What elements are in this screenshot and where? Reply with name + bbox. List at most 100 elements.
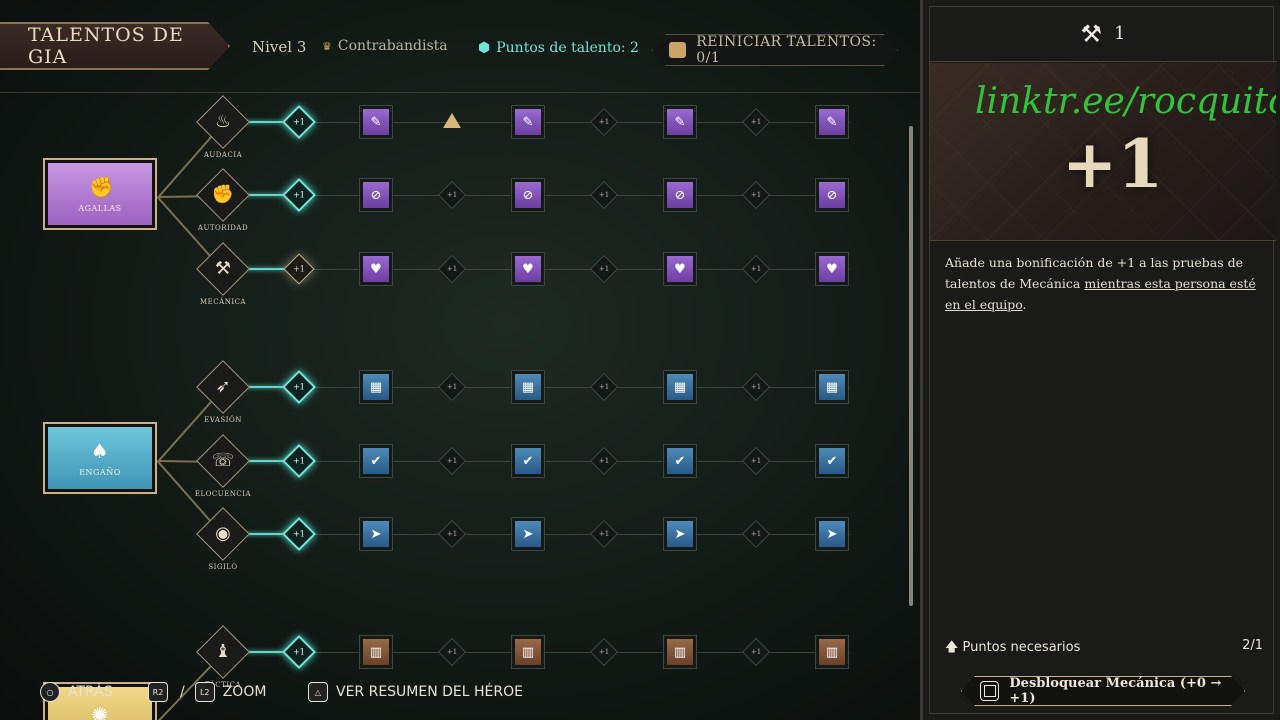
plus-label: +1 — [293, 190, 305, 200]
talent-node[interactable]: ➤ — [359, 517, 393, 551]
plus-node[interactable]: +1 — [282, 517, 316, 551]
zoom-control[interactable]: R2 / L2 ZOOM — [148, 682, 266, 702]
talent-node[interactable]: ✎ — [359, 105, 393, 139]
talent-node[interactable]: ✔ — [359, 444, 393, 478]
plus-node[interactable]: +1 — [589, 637, 619, 667]
talent-icon: ✎ — [667, 109, 693, 135]
plus-node[interactable]: +1 — [437, 254, 467, 284]
summary-control[interactable]: △ VER RESUMEN DEL HÉROE — [308, 682, 523, 702]
talent-node[interactable]: ➤ — [511, 517, 545, 551]
plus-node[interactable]: +1 — [282, 635, 316, 669]
plus-node[interactable]: +1 — [282, 105, 316, 139]
plus-node[interactable]: +1 — [741, 107, 771, 137]
reset-talents-button[interactable]: REINICIAR TALENTOS: 0/1 — [652, 34, 898, 66]
points-required: 🡅 Puntos necesarios 2/1 — [945, 638, 1263, 660]
level-indicator: Nivel 3 — [252, 38, 307, 56]
talent-node[interactable]: ♥ — [511, 252, 545, 286]
talent-node[interactable]: ♥ — [663, 252, 697, 286]
talent-icon: ✔ — [667, 448, 693, 474]
talent-icon: ✎ — [515, 109, 541, 135]
subskill-label: AUTORIDAD — [197, 224, 249, 232]
plus-label: +1 — [598, 265, 610, 273]
talent-points: ⬢ Puntos de talento: 2 — [478, 40, 639, 56]
plus-node[interactable]: +1 — [283, 253, 315, 285]
talent-icon: ➤ — [515, 521, 541, 547]
plus-node[interactable]: +1 — [589, 107, 619, 137]
points-required-value: 2/1 — [1242, 638, 1263, 653]
talent-node[interactable]: ♥ — [815, 252, 849, 286]
talent-node[interactable]: ▦ — [815, 370, 849, 404]
talent-icon: ➤ — [819, 521, 845, 547]
subskill-node[interactable]: ➶ — [196, 360, 250, 414]
back-control[interactable]: ○ ATRÁS — [40, 682, 113, 702]
plus-node[interactable]: +1 — [741, 180, 771, 210]
class-name: Contrabandista — [337, 38, 448, 54]
talent-node[interactable]: ⊘ — [511, 178, 545, 212]
talent-node[interactable]: ▥ — [511, 635, 545, 669]
talent-node[interactable]: ⊘ — [815, 178, 849, 212]
r2-button-icon: R2 — [148, 682, 168, 702]
crown-icon: ♛ — [322, 40, 332, 53]
talent-node[interactable]: ▥ — [359, 635, 393, 669]
talent-node[interactable]: ▥ — [663, 635, 697, 669]
plus-node[interactable]: +1 — [589, 519, 619, 549]
subskill-node[interactable]: ♨ — [196, 95, 250, 149]
subskill-label: AUDACIA — [203, 151, 243, 159]
plus-node[interactable]: +1 — [741, 519, 771, 549]
subskill-icon: ☏ — [211, 450, 235, 471]
talent-node[interactable]: ▥ — [815, 635, 849, 669]
plus-node[interactable]: +1 — [437, 180, 467, 210]
talent-node[interactable]: ✔ — [815, 444, 849, 478]
talent-node[interactable]: ♥ — [359, 252, 393, 286]
plus-node[interactable]: +1 — [741, 637, 771, 667]
category-2[interactable]: ♠ ENGAÑO — [43, 422, 157, 494]
subskill-label: SIGILO — [208, 563, 238, 571]
unlock-button[interactable]: Desbloquear Mecánica (+0 → +1) — [961, 676, 1245, 706]
plus-node[interactable]: +1 — [589, 446, 619, 476]
plus-node[interactable]: +1 — [437, 519, 467, 549]
talent-node[interactable]: ➤ — [663, 517, 697, 551]
plus-node[interactable]: +1 — [437, 446, 467, 476]
talent-node[interactable]: ✎ — [663, 105, 697, 139]
plus-node[interactable]: +1 — [282, 444, 316, 478]
plus-node[interactable]: +1 — [589, 180, 619, 210]
talent-node[interactable]: ✔ — [511, 444, 545, 478]
talent-node[interactable]: ✎ — [511, 105, 545, 139]
category-1[interactable]: ✊ AGALLAS — [43, 158, 157, 230]
talent-node[interactable]: ⊘ — [359, 178, 393, 212]
triangle-button-icon: △ — [308, 682, 328, 702]
subskill-icon: ♨ — [214, 111, 232, 132]
plus-node[interactable]: +1 — [282, 370, 316, 404]
plus-node[interactable]: +1 — [741, 372, 771, 402]
plus-node[interactable]: +1 — [437, 372, 467, 402]
plus-label: +1 — [293, 647, 305, 657]
talent-icon: ✔ — [515, 448, 541, 474]
category-icon: ♠ — [90, 438, 110, 463]
plus-label: +1 — [750, 383, 762, 391]
talent-node[interactable]: ➤ — [815, 517, 849, 551]
plus-node[interactable]: +1 — [282, 178, 316, 212]
talent-node[interactable]: ▦ — [663, 370, 697, 404]
talent-node[interactable]: ▦ — [359, 370, 393, 404]
subskill-icon: ♝ — [214, 641, 232, 662]
subskill-node[interactable]: ☏ — [196, 434, 250, 488]
plus-node[interactable]: +1 — [741, 254, 771, 284]
talent-node[interactable]: ▦ — [511, 370, 545, 404]
plus-label: +1 — [446, 383, 458, 391]
dice-icon — [669, 42, 687, 58]
talent-icon: ✎ — [363, 109, 389, 135]
bonus-value: +1 — [1062, 125, 1164, 203]
talent-node[interactable]: ✎ — [815, 105, 849, 139]
plus-node[interactable]: +1 — [589, 372, 619, 402]
subskill-label: ELOCUENCIA — [194, 490, 252, 498]
talent-icon: ⊘ — [819, 182, 845, 208]
plus-node[interactable]: +1 — [741, 446, 771, 476]
header-divider — [0, 92, 920, 93]
scrollbar[interactable] — [909, 126, 913, 606]
talent-node[interactable]: ✔ — [663, 444, 697, 478]
plus-node[interactable]: +1 — [437, 637, 467, 667]
talent-detail-panel: ⚒ 1 linktr.ee/rocquito +1 Añade una boni… — [920, 0, 1280, 720]
talent-node[interactable]: ⊘ — [663, 178, 697, 212]
subskill-node[interactable]: ✊ — [196, 168, 250, 222]
plus-node[interactable]: +1 — [589, 254, 619, 284]
